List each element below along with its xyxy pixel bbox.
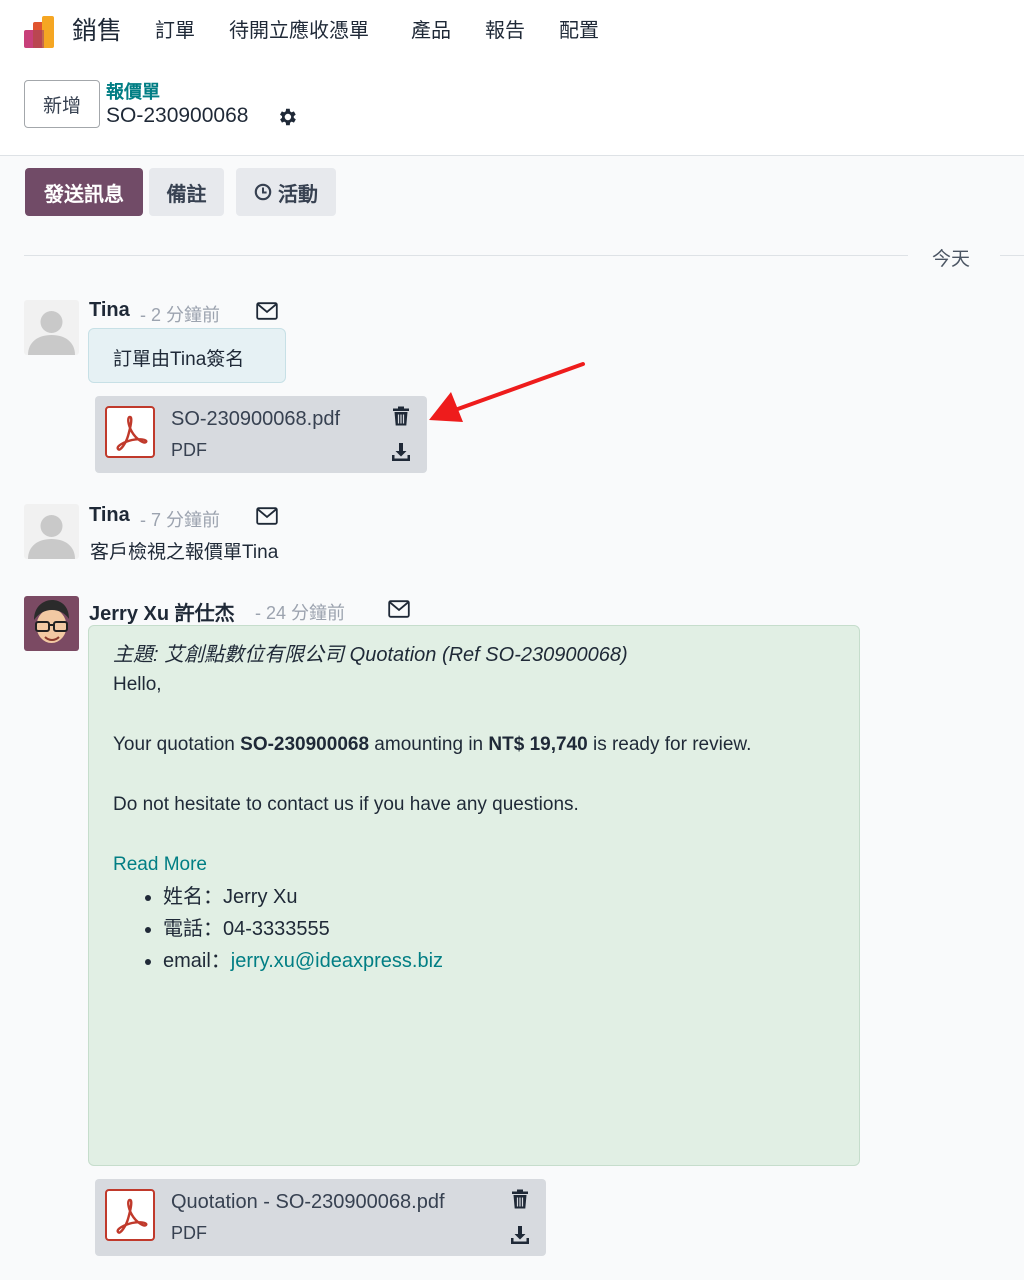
attachment-name: Quotation - SO-230900068.pdf [171, 1191, 445, 1213]
message-time: - 7 分鐘前 [140, 510, 221, 530]
menu-products[interactable]: 產品 [411, 18, 451, 44]
breadcrumb-quotations[interactable]: 報價單 [106, 78, 160, 104]
log-note-button[interactable]: 備註 [149, 168, 224, 216]
quote-reference: SO-230900068 [240, 734, 370, 755]
envelope-icon[interactable] [256, 507, 278, 525]
download-icon[interactable] [391, 442, 411, 462]
avatar[interactable] [24, 300, 79, 355]
trash-icon[interactable] [392, 406, 410, 426]
message-time: - 2 分鐘前 [140, 305, 221, 325]
date-divider-line-right [1000, 255, 1024, 256]
attachment-type: PDF [171, 440, 207, 460]
avatar[interactable] [24, 504, 79, 559]
attachment-type: PDF [171, 1223, 207, 1243]
sales-app-logo-icon[interactable] [22, 14, 58, 50]
email-message-body: 主題: 艾創點數位有限公司 Quotation (Ref SO-23090006… [88, 625, 860, 1166]
quote-amount: NT$ 19,740 [488, 734, 588, 755]
avatar[interactable] [24, 596, 79, 651]
send-message-button[interactable]: 發送訊息 [25, 168, 143, 216]
pdf-file-icon [105, 1189, 155, 1241]
menu-configuration[interactable]: 配置 [559, 18, 599, 44]
contact-name: 姓名：Jerry Xu [163, 881, 835, 913]
attachment-card[interactable]: Quotation - SO-230900068.pdf PDF [95, 1179, 546, 1256]
read-more-link[interactable]: Read More [113, 850, 835, 880]
menu-reporting[interactable]: 報告 [485, 18, 525, 44]
message-author[interactable]: Tina [89, 504, 130, 527]
attachment-name: SO-230900068.pdf [171, 408, 341, 430]
top-navbar: 銷售 訂單 待開立應收憑單 產品 報告 配置 [0, 0, 1024, 64]
message-author[interactable]: Jerry Xu 許仕杰 [89, 597, 235, 626]
default-avatar-icon [24, 300, 79, 355]
envelope-icon[interactable] [388, 600, 410, 618]
default-avatar-icon [24, 504, 79, 559]
record-name: SO-230900068 [106, 104, 249, 127]
pdf-file-icon [105, 406, 155, 458]
annotation-arrow-icon [429, 362, 585, 422]
control-panel: 新增 報價單 SO-230900068 [0, 64, 1024, 156]
contact-info-list: 姓名：Jerry Xu 電話：04-3333555 email：jerry.xu… [113, 881, 835, 977]
message-body: 客戶檢視之報價單Tina [90, 542, 279, 563]
jerry-avatar-icon [24, 596, 79, 651]
envelope-icon[interactable] [256, 302, 278, 320]
email-link[interactable]: jerry.xu@ideaxpress.biz [231, 950, 443, 972]
download-icon[interactable] [510, 1225, 530, 1245]
message-body: 訂單由Tina簽名 [88, 328, 286, 383]
gear-icon[interactable] [276, 106, 298, 128]
menu-orders[interactable]: 訂單 [155, 18, 195, 44]
email-subject: 主題: 艾創點數位有限公司 Quotation (Ref SO-23090006… [113, 644, 628, 666]
attachment-card[interactable]: SO-230900068.pdf PDF [95, 396, 427, 473]
contact-email: email：jerry.xu@ideaxpress.biz [163, 945, 835, 977]
menu-to-invoice[interactable]: 待開立應收憑單 [229, 18, 369, 44]
email-contact-line: Do not hesitate to contact us if you hav… [113, 794, 579, 815]
clock-icon [254, 183, 272, 201]
message-time: - 24 分鐘前 [255, 603, 346, 623]
activity-button[interactable]: 活動 [236, 168, 336, 216]
date-divider-line [24, 255, 908, 256]
message-author[interactable]: Tina [89, 299, 130, 322]
new-button[interactable]: 新增 [24, 80, 100, 128]
date-separator: 今天 [932, 249, 971, 270]
email-quote-line: Your quotation SO-230900068 amounting in… [113, 734, 752, 755]
app-name[interactable]: 銷售 [72, 14, 122, 48]
email-greeting: Hello, [113, 674, 162, 695]
contact-phone: 電話：04-3333555 [163, 913, 835, 945]
trash-icon[interactable] [511, 1189, 529, 1209]
activity-label: 活動 [278, 183, 318, 206]
